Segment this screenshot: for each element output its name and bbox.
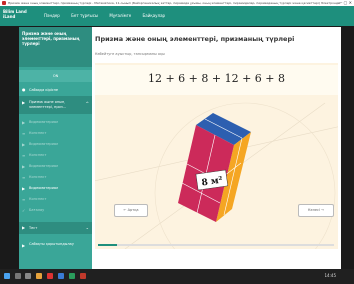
next-label: Келесі	[308, 208, 320, 212]
flag-icon: ▶	[22, 225, 26, 230]
page-title: Призма және оның элементтері, призманың …	[95, 35, 295, 43]
nav-teacher[interactable]: Мұғалімге	[109, 13, 131, 18]
nav-grades[interactable]: Бет тұрғысы	[71, 13, 98, 18]
sidebar-item-summary[interactable]: ≡ Конспект	[19, 172, 92, 183]
sidebar-item-intro[interactable]: ● Сабаққа кіріспе	[19, 84, 92, 96]
chevron-up-icon: ^	[85, 101, 89, 106]
chevron-down-icon: ⌄	[85, 225, 89, 230]
favicon-icon	[2, 1, 6, 5]
sidebar-header: Призма және оның элементтері, призманың …	[19, 27, 92, 67]
sidebar-item-conclusion[interactable]: ▶ Сабақты қорытындылау	[19, 239, 92, 255]
lesson-content: Призма және оның элементтері, призманың …	[92, 27, 341, 269]
clock[interactable]: 14:45	[324, 273, 336, 278]
sidebar-item-assessment[interactable]: ✓ Бағалау	[19, 205, 92, 216]
nav-subjects[interactable]: Пәндер	[44, 13, 60, 18]
sidebar-item-summary[interactable]: ≡ Конспект	[19, 150, 92, 161]
check-icon: ✓	[22, 208, 26, 213]
sidebar-section-label: ON	[19, 70, 92, 82]
sidebar-title: Призма және оның элементтері, призманың …	[22, 31, 80, 46]
search-icon[interactable]	[15, 273, 21, 279]
sidebar-item-video[interactable]: ▶ Видеоматериал	[19, 117, 92, 128]
sidebar-item-video[interactable]: ▶ Видеоматериал	[19, 139, 92, 150]
flag-icon: ▶	[22, 100, 26, 105]
start-icon[interactable]	[4, 273, 10, 279]
task-instruction: Көбейтуге ауыстыр, тапсырманы оқы	[95, 52, 165, 56]
play-icon: ▶	[22, 186, 26, 191]
doc-icon: ≡	[22, 131, 26, 136]
play-icon: ▶	[22, 120, 26, 125]
sidebar-item-topic[interactable]: ▶ Призма және оның элементтері, приз... …	[19, 96, 92, 114]
site-header: Bilim Land iLand Пәндер Бет тұрғысы Мұға…	[0, 6, 354, 26]
sidebar-item-summary[interactable]: ≡ Конспект	[19, 128, 92, 139]
browser-icon[interactable]	[47, 273, 53, 279]
section-label-text: ON	[52, 74, 59, 78]
app-icon[interactable]	[58, 273, 64, 279]
circle-icon: ●	[22, 87, 26, 92]
doc-icon: ≡	[22, 153, 26, 158]
doc-icon: ≡	[22, 197, 26, 202]
lesson-sidebar: Призма және оның элементтері, призманың …	[19, 27, 92, 269]
taskview-icon[interactable]	[25, 273, 31, 279]
play-icon: ▶	[22, 142, 26, 147]
sidebar-item-video-active[interactable]: ▶ Видеоматериал	[19, 183, 92, 194]
prism-illustration: 8 м²	[95, 102, 338, 249]
folder-icon[interactable]	[36, 273, 42, 279]
site-logo[interactable]: Bilim Land iLand	[3, 9, 27, 19]
guide-circle	[154, 102, 336, 249]
back-button[interactable]: ← Артқа	[114, 204, 148, 217]
sidebar-item-test[interactable]: ▶ Тест ⌄	[19, 222, 92, 234]
sidebar-item-video[interactable]: ▶ Видеоматериал	[19, 161, 92, 172]
play-icon: ▶	[22, 164, 26, 169]
doc-icon: ≡	[22, 175, 26, 180]
top-nav: Пәндер Бет тұрғысы Мұғалімге Байқаулар	[44, 13, 175, 18]
arrow-right-icon: →	[319, 208, 324, 212]
sidebar-item-summary[interactable]: ≡ Конспект	[19, 194, 92, 205]
app-icon[interactable]	[69, 273, 75, 279]
nav-contests[interactable]: Байқаулар	[143, 13, 166, 18]
clock-time: 14:45	[324, 273, 336, 278]
next-button[interactable]: Келесі →	[298, 204, 334, 217]
logo-line2: iLand	[3, 14, 16, 19]
browser-tab-title[interactable]: Призма және оның элементтері, призманың …	[8, 1, 340, 5]
flag-icon: ▶	[22, 243, 26, 248]
app-icon[interactable]	[80, 273, 86, 279]
progress-bar[interactable]	[98, 244, 334, 246]
interactive-stage[interactable]: 12 + 6 + 8 + 12 + 6 + 8 8 м²	[95, 63, 338, 249]
os-taskbar: 14:45	[0, 269, 354, 284]
back-label: Артқа	[127, 208, 139, 212]
progress-fill	[98, 244, 117, 246]
